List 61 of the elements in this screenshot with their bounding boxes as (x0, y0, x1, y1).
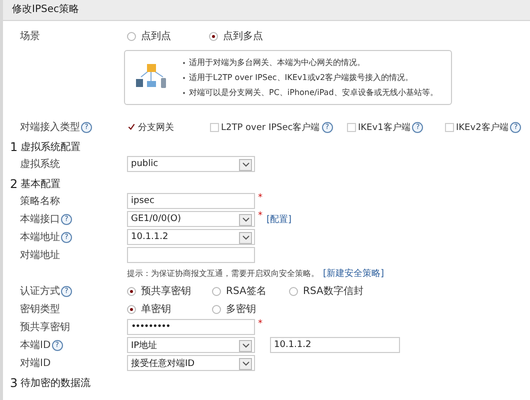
option-label: 点到点 (141, 30, 171, 43)
section-number: 1 (10, 140, 18, 154)
caret-icon (239, 159, 252, 171)
required-mark: * (258, 319, 262, 329)
radio-button[interactable] (212, 286, 221, 296)
dropdown[interactable]: GE1/0/0(O) (127, 211, 255, 227)
caret-icon (239, 358, 252, 370)
dropdown[interactable]: 接受任意对端ID (127, 355, 255, 371)
input-field[interactable]: 10.1.1.2 (270, 337, 400, 353)
new-policy-link[interactable]: [新建安全策略] (323, 266, 384, 280)
tip-text: 适用于对端为多台网关、本端为中心网关的情况。 (189, 57, 365, 69)
field-label: 对端地址 (20, 248, 60, 262)
hint-text: 提示：为保证协商报文互通，需要开启双向安全策略。 (127, 268, 319, 278)
option-label: RSA签名 (226, 285, 266, 298)
field-label: 场景 (20, 30, 40, 43)
caret-icon (239, 214, 252, 226)
tip-text: 对端可以是分支网关、PC、iPhone/iPad、安卓设备或无线小基站等。 (189, 87, 438, 99)
required-mark: * (258, 211, 262, 221)
radio-button[interactable] (289, 286, 298, 296)
required-mark: * (258, 193, 262, 203)
option-label: IKEv1客户端 (358, 122, 410, 134)
dropdown[interactable]: public (127, 156, 255, 172)
option-label: 预共享密钥 (141, 284, 191, 298)
caret-icon (239, 340, 252, 352)
field-label: 本端接口 (20, 212, 60, 226)
option-label: 单密钥 (141, 302, 171, 316)
field-label: 预共享密钥 (20, 320, 70, 334)
panel-title: 修改IPSec策略 (3, 0, 530, 21)
radio-button[interactable] (212, 304, 221, 314)
field-label: 本端ID (20, 338, 51, 352)
config-link[interactable]: [配置] (266, 212, 292, 226)
option-label: 分支网关 (138, 122, 174, 134)
field-label: 认证方式 (20, 284, 60, 298)
radio-button[interactable] (127, 286, 136, 296)
tip-text: 适用于L2TP over IPSec、IKEv1或v2客户端拨号接入的情况。 (189, 72, 414, 84)
section-number: 2 (10, 177, 18, 191)
section-title: 待加密的数据流 (20, 376, 91, 390)
option-label: 点到多点 (223, 30, 263, 43)
option-label: RSA数字信封 (303, 284, 364, 298)
caret-icon (239, 232, 252, 244)
field-label: 密钥类型 (20, 302, 60, 316)
field-label: 策略名称 (20, 195, 60, 208)
field-label: 对端ID (20, 356, 51, 370)
input-field[interactable]: ipsec (127, 193, 255, 209)
radio-button[interactable] (127, 32, 136, 40)
radio-button[interactable] (209, 32, 218, 40)
option-label: L2TP over IPSec客户端 (221, 122, 320, 134)
dropdown[interactable]: IP地址 (127, 337, 255, 353)
input-field[interactable] (127, 247, 255, 263)
field-label: 本端地址 (20, 230, 60, 244)
field-label: 对端接入类型 (20, 120, 80, 134)
dropdown[interactable]: 10.1.1.2 (127, 229, 255, 245)
section-number: 3 (10, 376, 18, 390)
field-label: 虚拟系统 (20, 158, 60, 171)
checkbox[interactable] (127, 122, 136, 132)
section-title: 虚拟系统配置 (20, 140, 81, 154)
password-field[interactable]: ••••••••• (127, 319, 255, 335)
radio-button[interactable] (127, 304, 136, 314)
option-label: 多密钥 (226, 302, 256, 316)
option-label: IKEv2客户端 (456, 122, 508, 134)
section-title: 基本配置 (20, 178, 61, 191)
